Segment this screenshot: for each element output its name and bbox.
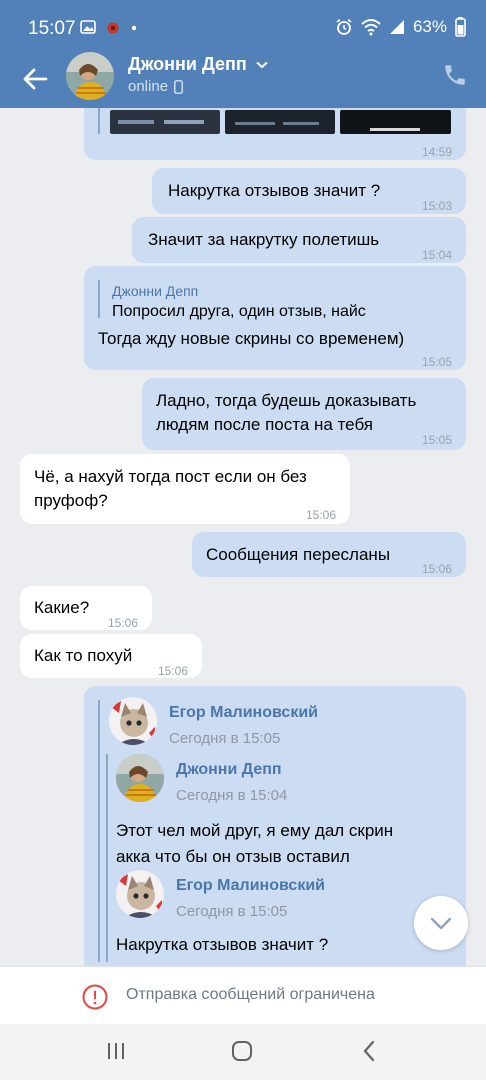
message-time: 15:05	[421, 433, 452, 447]
status-time: 15:07	[28, 18, 76, 39]
reply-bar	[98, 280, 100, 318]
image-thumbnail[interactable]	[340, 110, 451, 134]
message-bubble[interactable]: Ладно, тогда будешь доказывать людям пос…	[142, 378, 466, 450]
message-text: Какие?	[34, 598, 90, 617]
message-bubble[interactable]: Джонни Депп Попросил друга, один отзыв, …	[84, 266, 466, 370]
forward-text-line: Этот чел мой друг, я ему дал скрин	[116, 821, 394, 840]
message-bubble[interactable]: Сообщения пересланы 15:06	[192, 532, 466, 577]
forward-text-line: акка что бы он отзыв оставил	[116, 847, 350, 866]
exclamation-circle-icon	[82, 984, 108, 1010]
battery-icon	[455, 17, 466, 37]
wifi-icon	[361, 19, 381, 36]
message-time: 15:04	[421, 248, 452, 262]
alarm-icon	[336, 18, 352, 35]
message-time: 15:06	[421, 562, 452, 576]
message-time: 15:06	[107, 616, 138, 630]
chevron-down-icon[interactable]	[256, 61, 268, 69]
contact-name-text[interactable]: Джонни Депп	[128, 54, 247, 74]
message-text-line: пруфоф?	[34, 491, 108, 510]
avatar[interactable]	[109, 697, 157, 745]
reply-text: Попросил друга, один отзыв, найс	[112, 303, 366, 320]
message-bubble[interactable]: Чё, а нахуй тогда пост если он без пруфо…	[20, 454, 350, 524]
restriction-text: Отправка сообщений ограничена	[126, 986, 375, 1003]
system-navigation-bar	[0, 1024, 486, 1080]
message-text-line: Чё, а нахуй тогда пост если он без	[34, 467, 307, 486]
forward-author[interactable]: Егор Малиновский	[176, 873, 325, 899]
message-text-line: Ладно, тогда будешь доказывать	[156, 391, 417, 410]
forward-date: Сегодня в 15:04	[176, 787, 288, 804]
forward-bar	[106, 754, 108, 962]
arrow-left-icon[interactable]	[20, 64, 50, 94]
chat-toolbar: Джонни Депп online	[0, 52, 486, 108]
message-bubble[interactable]: Как то похуй 15:06	[20, 634, 202, 678]
app-header: 15:07 63% Джонни Депп online	[0, 0, 486, 108]
message-text: Тогда жду новые скрины со временем)	[98, 329, 405, 348]
notification-icons	[80, 19, 138, 35]
status-bar: 15:07 63%	[0, 0, 486, 56]
message-time: 15:06	[422, 958, 452, 966]
message-text: Сообщения пересланы	[206, 545, 391, 564]
online-status-text: online	[128, 78, 169, 95]
forward-bar	[98, 700, 100, 962]
forward-text: Накрутка отзывов значит ?	[116, 935, 329, 954]
message-bubble[interactable]: Какие? 15:06	[20, 586, 152, 630]
message-time: 15:05	[421, 355, 452, 369]
more-dot-icon	[131, 25, 137, 31]
message-time: 15:03	[421, 199, 452, 213]
restriction-bar: Отправка сообщений ограничена	[0, 966, 486, 1024]
bug-icon	[107, 22, 119, 34]
mobile-icon	[174, 79, 183, 94]
message-time: 15:06	[305, 508, 336, 522]
chevron-down-icon[interactable]	[414, 896, 468, 950]
message-time: 15:06	[157, 664, 188, 678]
status-indicators: 63%	[335, 17, 466, 37]
forward-author[interactable]: Джонни Депп	[176, 757, 282, 783]
battery-percent: 63%	[412, 17, 447, 36]
forwarded-message-bubble[interactable]: Егор Малиновский Сегодня в 15:05 Джонни …	[84, 686, 466, 966]
message-bubble[interactable]: Накрутка отзывов значит ? 15:03	[152, 168, 466, 214]
forward-bar	[98, 108, 100, 134]
message-bubble[interactable]: 14:59	[84, 108, 466, 160]
online-status: online	[128, 78, 183, 95]
home-icon[interactable]	[231, 1040, 253, 1062]
contact-name[interactable]: Джонни Депп	[128, 54, 268, 75]
image-thumbnail[interactable]	[110, 110, 220, 134]
avatar[interactable]	[66, 52, 114, 100]
recent-apps-icon[interactable]	[106, 1041, 126, 1061]
back-nav-icon[interactable]	[362, 1040, 376, 1062]
forward-date: Сегодня в 15:05	[176, 903, 288, 920]
message-bubble[interactable]: Значит за накрутку полетишь 15:04	[132, 217, 466, 263]
phone-icon[interactable]	[442, 62, 468, 88]
signal-icon	[389, 20, 404, 34]
scroll-down-button[interactable]	[414, 896, 468, 950]
message-text: Накрутка отзывов значит ?	[168, 181, 381, 200]
gallery-icon	[80, 20, 96, 34]
forward-author[interactable]: Егор Малиновский	[169, 700, 318, 726]
avatar[interactable]	[116, 754, 164, 802]
message-text: Значит за накрутку полетишь	[148, 230, 380, 249]
image-thumbnail[interactable]	[225, 110, 335, 134]
forward-date: Сегодня в 15:05	[169, 730, 281, 747]
message-time: 14:59	[421, 145, 452, 159]
message-text-line: людям после поста на тебя	[156, 415, 374, 434]
message-text: Как то похуй	[34, 646, 133, 665]
avatar[interactable]	[116, 870, 164, 918]
message-list[interactable]: 14:59 Накрутка отзывов значит ? 15:03 Зн…	[0, 108, 486, 966]
